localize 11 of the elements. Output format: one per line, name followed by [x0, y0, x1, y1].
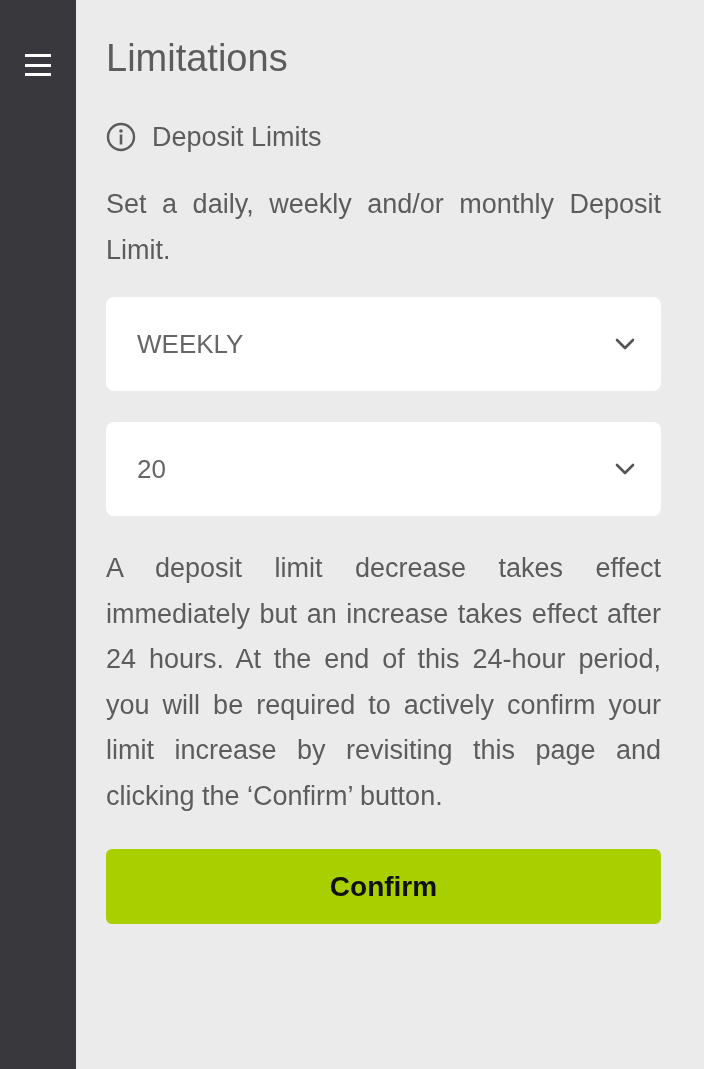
confirm-button[interactable]: Confirm — [106, 849, 661, 924]
page-title: Limitations — [106, 36, 289, 81]
chevron-down-icon — [615, 338, 635, 350]
dropdown-field[interactable]: 20 — [106, 422, 661, 516]
notice-text: A deposit limit decrease takes effect immediately but an increase takes effect after 24 hours. At the end of this 24-hour period, you will be required to actively confirm your limit increase by revisiting this page and clicking the ‘Confirm’ button. — [106, 552, 661, 813]
info-icon — [106, 122, 136, 152]
chevron-down-icon — [615, 463, 635, 475]
menu-button[interactable] — [25, 54, 51, 76]
section-label: Deposit Limits — [152, 121, 322, 154]
intro-text: Set a daily, weekly and/or monthly Deposit Limit. — [106, 188, 661, 267]
dropdown-field[interactable]: WEEKLY — [106, 297, 661, 391]
